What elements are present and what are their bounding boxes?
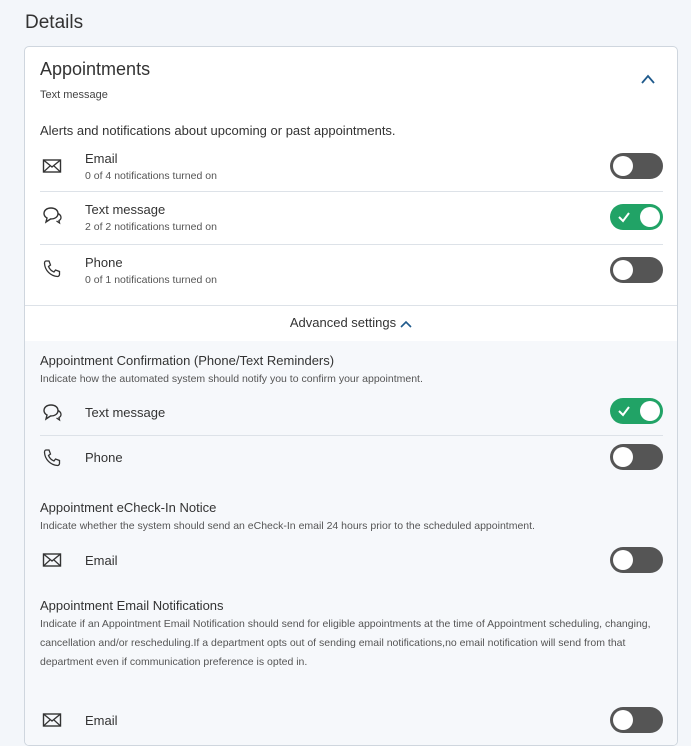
group-description: Indicate whether the system should send … — [40, 520, 535, 532]
chevron-up-icon — [400, 320, 412, 328]
option-row-email: Email — [40, 538, 663, 582]
group-title: Appointment eCheck-In Notice — [40, 500, 217, 515]
option-label: Phone — [85, 450, 123, 465]
option-label: Text message — [85, 405, 166, 420]
text-message-toggle[interactable] — [610, 204, 663, 230]
collapse-chevron-up-icon[interactable] — [641, 74, 655, 84]
mail-icon — [42, 713, 62, 727]
advanced-settings-toggle[interactable]: Advanced settings — [25, 305, 677, 341]
confirmation-text-message-toggle[interactable] — [610, 398, 663, 424]
advanced-settings-panel: Appointment Confirmation (Phone/Text Rem… — [25, 341, 677, 745]
option-row-email: Email — [40, 698, 663, 742]
email-toggle[interactable] — [610, 153, 663, 179]
phone-toggle[interactable] — [610, 257, 663, 283]
channel-label: Text message — [85, 202, 166, 217]
channel-row-phone: Phone 0 of 1 notifications turned on — [40, 245, 663, 303]
mail-icon — [42, 159, 62, 173]
page-title: Details — [25, 12, 84, 33]
phone-icon — [43, 260, 61, 278]
appointments-card: Appointments Text message Alerts and not… — [24, 46, 678, 746]
section-description: Alerts and notifications about upcoming … — [40, 123, 396, 138]
channel-status: 2 of 2 notifications turned on — [85, 221, 217, 233]
channel-row-email: Email 0 of 4 notifications turned on — [40, 145, 663, 192]
email-notifications-toggle[interactable] — [610, 707, 663, 733]
advanced-settings-label: Advanced settings — [289, 315, 397, 330]
channel-label: Email — [85, 151, 118, 166]
confirmation-phone-toggle[interactable] — [610, 444, 663, 470]
channel-status: 0 of 1 notifications turned on — [85, 274, 217, 286]
echeckin-email-toggle[interactable] — [610, 547, 663, 573]
phone-icon — [43, 449, 61, 467]
mail-icon — [42, 553, 62, 567]
channel-label: Phone — [85, 255, 123, 270]
group-title: Appointment Email Notifications — [40, 598, 224, 613]
check-icon — [618, 406, 630, 417]
channel-row-text-message: Text message 2 of 2 notifications turned… — [40, 192, 663, 245]
section-subtitle: Text message — [40, 89, 108, 101]
chat-icon — [43, 207, 62, 225]
chat-icon — [43, 404, 62, 422]
group-description: Indicate if an Appointment Email Notific… — [40, 618, 651, 668]
option-label: Email — [85, 713, 118, 728]
section-title: Appointments — [40, 59, 151, 79]
channel-status: 0 of 4 notifications turned on — [85, 170, 217, 182]
group-title: Appointment Confirmation (Phone/Text Rem… — [40, 353, 335, 368]
option-label: Email — [85, 553, 118, 568]
option-row-text-message: Text message — [40, 391, 663, 436]
option-row-phone: Phone — [40, 436, 663, 484]
group-description: Indicate how the automated system should… — [40, 373, 423, 385]
check-icon — [618, 212, 630, 223]
